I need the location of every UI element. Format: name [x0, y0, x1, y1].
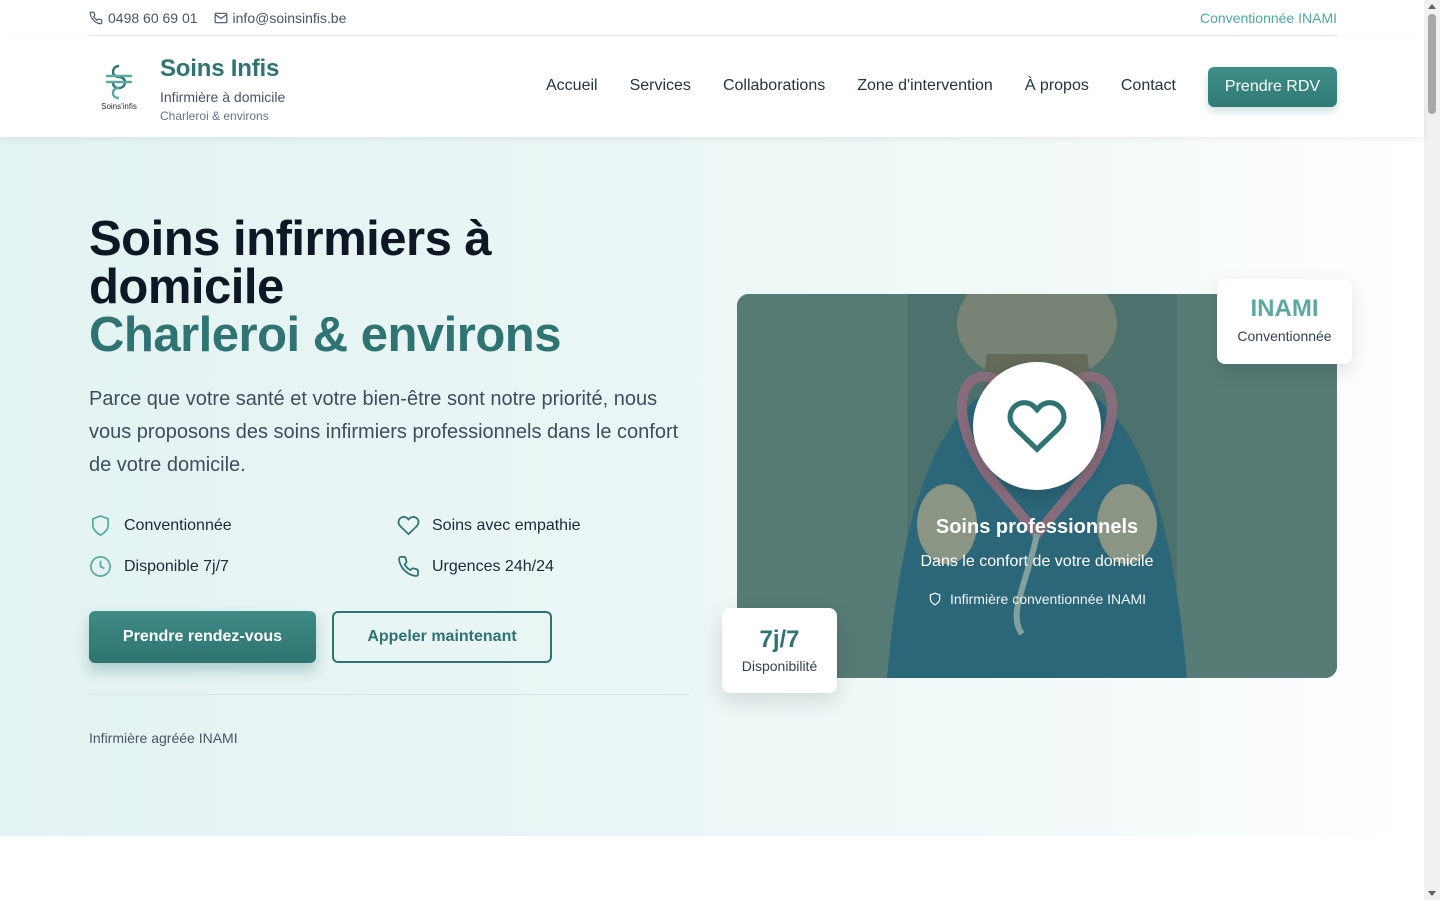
phone-number: 0498 60 69 01	[108, 9, 198, 26]
phone-link[interactable]: 0498 60 69 01	[89, 10, 198, 26]
nav-a-propos[interactable]: À propos	[1025, 77, 1089, 95]
phone-icon	[89, 11, 103, 24]
inami-badge-title: INAMI	[1250, 295, 1319, 322]
card-subtitle: Dans le confort de votre domicile	[920, 553, 1154, 570]
nav-collaborations[interactable]: Collaborations	[723, 77, 825, 95]
hero-title-accent: Charleroi & environs	[89, 308, 561, 362]
divider	[89, 694, 689, 695]
logo[interactable]: Soins'infis	[89, 62, 149, 112]
top-contacts: 0498 60 69 01 info@soinsinfis.be	[89, 10, 346, 26]
email-link[interactable]: info@soinsinfis.be	[214, 9, 347, 26]
top-bar: 0498 60 69 01 info@soinsinfis.be Convent…	[0, 0, 1424, 37]
logo-text: Soins'infis	[101, 102, 137, 111]
brand-location: Charleroi & environs	[160, 109, 269, 123]
prendre-rdv-button[interactable]: Prendre RDV	[1208, 67, 1337, 107]
feature-item: Disponible 7j/7	[89, 555, 397, 578]
card-note-text: Infirmière conventionnée INAMI	[949, 591, 1147, 607]
feature-item: Urgences 24h/24	[397, 555, 649, 578]
email-address: info@soinsinfis.be	[232, 9, 347, 26]
feature-label: Urgences 24h/24	[432, 557, 554, 575]
availability-badge-title: 7j/7	[759, 626, 800, 653]
scroll-thumb[interactable]	[1428, 14, 1436, 114]
nav-zone-intervention[interactable]: Zone d'intervention	[857, 77, 993, 95]
nav-accueil[interactable]: Accueil	[546, 77, 598, 95]
hero-section: Soins infirmiers à domicile Charleroi & …	[0, 137, 1424, 836]
appeler-maintenant-button[interactable]: Appeler maintenant	[332, 611, 552, 663]
phone-icon	[398, 556, 419, 577]
inami-badge-card: INAMI Conventionnée	[1217, 279, 1352, 364]
card-note: Infirmière conventionnée INAMI	[737, 591, 1337, 607]
nav-services[interactable]: Services	[630, 77, 691, 95]
hero-title-line2: domicile	[89, 260, 284, 314]
inami-top-badge: Conventionnée INAMI	[1200, 9, 1337, 26]
brand-name: Soins Infis	[160, 55, 280, 82]
logo-icon: Soins'infis	[101, 64, 137, 111]
inami-badge-label: Conventionnée	[1237, 328, 1332, 344]
feature-label: Soins avec empathie	[432, 516, 581, 534]
feature-label: Disponible 7j/7	[124, 557, 229, 575]
shield-icon	[929, 592, 941, 606]
scrollbar[interactable]	[1424, 0, 1440, 900]
availability-badge-card: 7j/7 Disponibilité	[722, 608, 837, 693]
mail-icon	[214, 12, 227, 23]
brand-subtitle: Infirmière à domicile	[160, 89, 286, 105]
availability-badge-label: Disponibilité	[741, 658, 818, 674]
shield-icon	[91, 514, 110, 537]
scroll-up-arrow[interactable]	[1428, 4, 1436, 9]
card-title: Soins professionnels	[935, 516, 1139, 538]
main-nav: Accueil Services Collaborations Zone d'i…	[546, 77, 1176, 95]
hero-title: Soins infirmiers à domicile Charleroi & …	[89, 212, 561, 362]
scroll-down-arrow[interactable]	[1428, 891, 1436, 896]
clock-icon	[90, 556, 111, 577]
feature-label: Conventionnée	[124, 516, 232, 534]
heart-icon	[1007, 400, 1067, 453]
hero-title-line1: Soins infirmiers à	[89, 212, 492, 266]
heart-icon	[397, 516, 420, 536]
heart-badge	[973, 362, 1101, 490]
feature-list: Conventionnée Soins avec empathie Dispon…	[89, 514, 649, 578]
hero-description: Parce que votre santé et votre bien-être…	[89, 388, 679, 476]
site-header: Soins'infis Soins Infis Infirmière à dom…	[0, 37, 1424, 137]
hero-note: Infirmière agréée INAMI	[89, 730, 238, 746]
prendre-rendez-vous-button[interactable]: Prendre rendez-vous	[89, 611, 316, 663]
nav-contact[interactable]: Contact	[1121, 77, 1176, 95]
feature-item: Conventionnée	[89, 514, 397, 537]
brand: Soins Infis Infirmière à domicile Charle…	[160, 55, 285, 123]
feature-item: Soins avec empathie	[397, 514, 649, 537]
